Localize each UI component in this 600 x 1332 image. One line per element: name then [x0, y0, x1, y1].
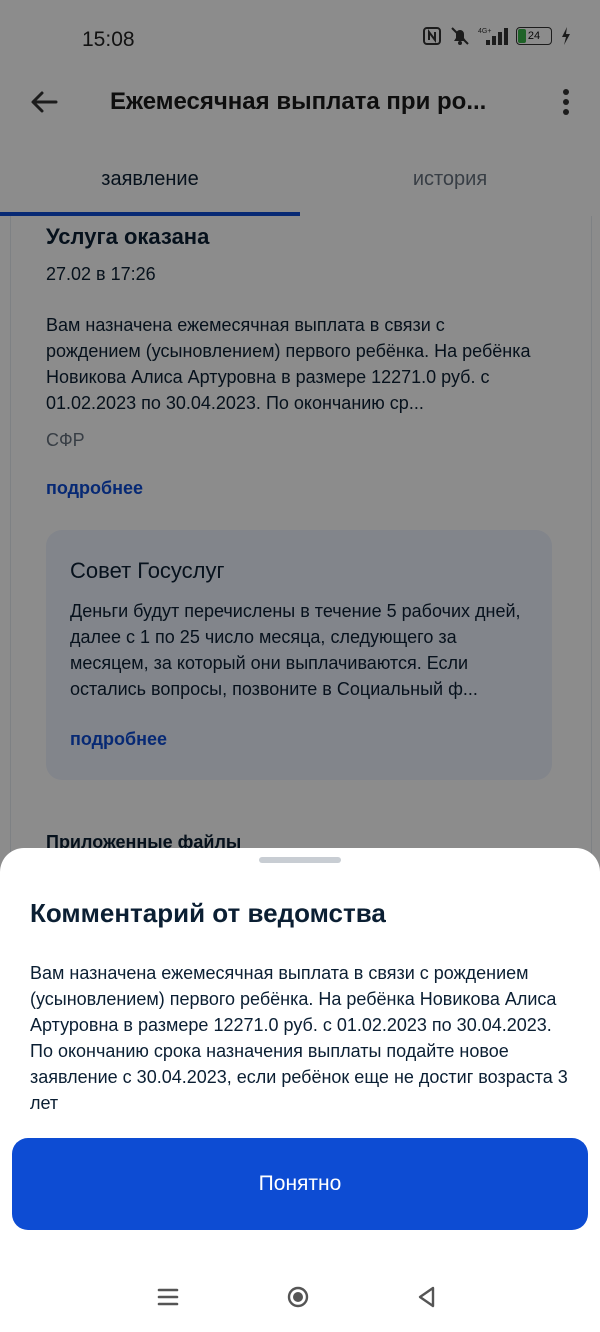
- home-icon[interactable]: [283, 1282, 313, 1312]
- sheet-title: Комментарий от ведомства: [30, 898, 386, 928]
- screen: 15:08 4G+ 24 Ежемесячная выплата при ро.…: [0, 0, 600, 1332]
- system-nav-bar: [0, 1262, 600, 1332]
- menu-icon[interactable]: [153, 1282, 183, 1312]
- back-triangle-icon[interactable]: [412, 1282, 442, 1312]
- sheet-drag-handle[interactable]: [259, 857, 341, 863]
- sheet-text: Вам назначена ежемесячная выплата в связ…: [30, 963, 568, 1113]
- bottom-sheet: Комментарий от ведомства Вам назначена е…: [0, 848, 600, 1332]
- ok-button[interactable]: Понятно: [12, 1138, 588, 1230]
